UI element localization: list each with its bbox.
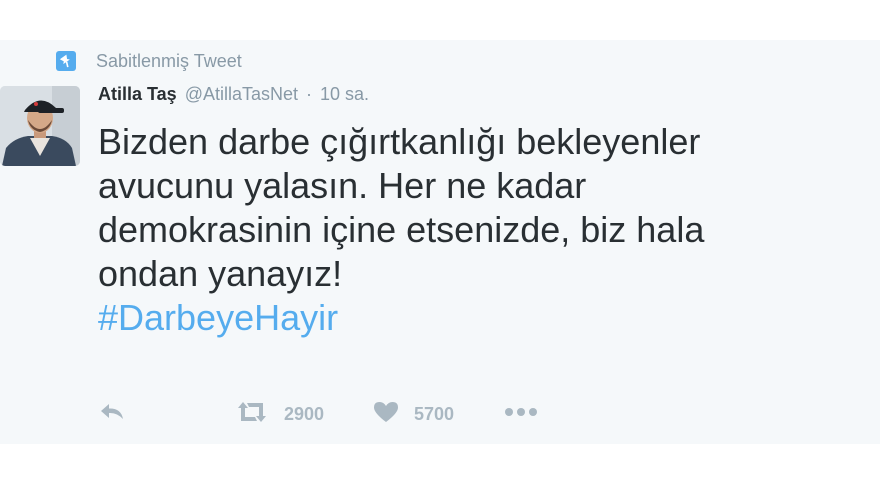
retweet-icon: [234, 400, 270, 429]
more-icon: [504, 405, 538, 423]
pin-icon: [56, 51, 76, 71]
pinned-label: Sabitlenmiş Tweet: [96, 50, 242, 71]
like-count: 5700: [414, 403, 455, 424]
tweet-line: ondan yanayız!: [98, 253, 343, 294]
top-margin: [0, 0, 880, 40]
tweet-text: Bizden darbe çığırtkanlığı bekleyenler a…: [98, 120, 868, 340]
heart-icon: [372, 400, 400, 429]
author-handle[interactable]: @AtillaTasNet: [185, 84, 298, 105]
hashtag-link[interactable]: #DarbeyeHayir: [98, 296, 868, 340]
avatar[interactable]: [0, 86, 80, 166]
reply-button[interactable]: [98, 396, 126, 432]
tweet-line: demokrasinin içine etsenizde, biz hala: [98, 209, 705, 250]
bottom-margin: [0, 444, 880, 487]
retweet-count: 2900: [284, 403, 325, 424]
action-bar: 2900 5700: [98, 396, 558, 432]
more-button[interactable]: [504, 396, 538, 432]
like-button[interactable]: 5700: [372, 396, 454, 432]
timestamp[interactable]: 10 sa.: [320, 84, 369, 105]
author-name[interactable]: Atilla Taş: [98, 84, 177, 105]
separator-dot: ·: [306, 84, 313, 104]
tweet-line: avucunu yalasın. Her ne kadar: [98, 165, 587, 206]
tweet-line: Bizden darbe çığırtkanlığı bekleyenler: [98, 121, 701, 162]
retweet-button[interactable]: 2900: [234, 396, 324, 432]
pinned-context: Sabitlenmiş Tweet: [56, 50, 242, 72]
reply-icon: [98, 401, 126, 428]
tweet-header: Atilla Taş @AtillaTasNet · 10 sa.: [98, 84, 369, 110]
